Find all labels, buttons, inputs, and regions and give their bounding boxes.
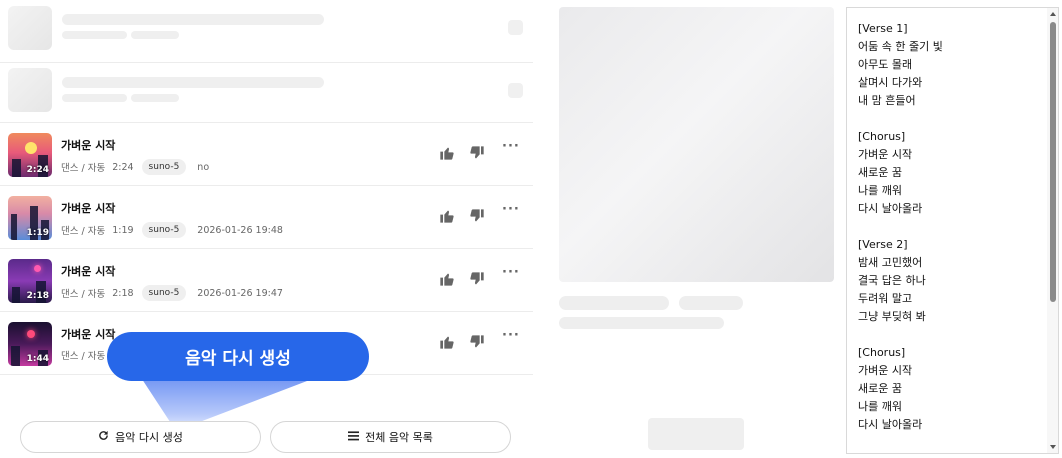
lyrics-panel[interactable]: [Verse 1] 어둠 속 한 줄기 빛아무도 몰래살며시 다가와내 맘 흔들어… [846, 7, 1059, 454]
skeleton-line [62, 31, 127, 39]
track-genre: 댄스 / 자동 [61, 163, 106, 174]
cover-image-placeholder [559, 7, 834, 282]
skeleton-line [131, 31, 179, 39]
skeleton-line [62, 94, 127, 102]
skeleton-line [559, 296, 669, 310]
lyrics-line: 새로운 꿈 [858, 166, 902, 179]
lyrics-line: 결국 답은 하나 [858, 274, 926, 287]
track-duration: 2:24 [112, 161, 134, 173]
track-title[interactable]: 가벼운 시작 [61, 263, 115, 279]
track-row[interactable]: 2:24 가벼운 시작 댄스 / 자동 2:24 suno-5 no ··· [0, 123, 533, 186]
skeleton-thumbnail [8, 6, 52, 50]
skeleton-line [62, 77, 324, 88]
lyrics-text: [Verse 1] 어둠 속 한 줄기 빛아무도 몰래살며시 다가와내 맘 흔들어… [858, 20, 943, 434]
thumbs-down-icon[interactable] [469, 271, 485, 287]
track-thumbnail[interactable]: 2:18 [8, 259, 52, 303]
lyrics-line: 그냥 부딪혀 봐 [858, 310, 926, 323]
skeleton-button [648, 418, 744, 450]
regenerate-music-button[interactable]: 음악 다시 생성 [20, 421, 261, 453]
thumbs-down-icon[interactable] [469, 334, 485, 350]
scroll-down-icon[interactable] [1050, 445, 1056, 449]
lyrics-line: 다시 날아올라 [858, 418, 923, 431]
track-genre: 댄스 / 자동 [61, 351, 106, 362]
more-options-icon[interactable]: ··· [502, 265, 520, 280]
track-row[interactable]: 1:19 가벼운 시작 댄스 / 자동 1:19 suno-5 2026-01-… [0, 186, 533, 249]
list-icon [348, 430, 360, 444]
regenerate-tooltip: 음악 다시 생성 [107, 332, 369, 381]
track-skeleton-row [0, 60, 533, 123]
skeleton-thumbnail [8, 68, 52, 112]
track-meta: 댄스 / 자동 1:19 suno-5 2026-01-26 19:48 [61, 222, 283, 238]
track-meta: 댄스 / 자동 2:24 suno-5 no [61, 159, 209, 175]
track-thumbnail[interactable]: 1:44 [8, 322, 52, 366]
skeleton-line [131, 94, 179, 102]
lyrics-line: 아무도 몰래 [858, 58, 913, 71]
thumbs-down-icon[interactable] [469, 208, 485, 224]
track-duration: 2:18 [112, 287, 134, 299]
skeleton-button [508, 83, 523, 98]
regenerate-music-label: 음악 다시 생성 [115, 431, 183, 444]
skeleton-line [62, 14, 324, 25]
track-skeleton-row [0, 0, 533, 63]
more-options-icon[interactable]: ··· [502, 202, 520, 217]
scroll-up-icon[interactable] [1050, 12, 1056, 16]
skeleton-line [679, 296, 743, 310]
skeleton-button [508, 20, 523, 35]
track-title[interactable]: 가벼운 시작 [61, 326, 115, 342]
lyrics-line: 가벼운 시작 [858, 364, 913, 377]
track-meta: 댄스 / 자동 [61, 348, 105, 362]
track-title[interactable]: 가벼운 시작 [61, 200, 115, 216]
lyrics-scrollbar[interactable] [1047, 8, 1058, 453]
thumbs-up-icon[interactable] [439, 208, 455, 224]
lyrics-line: 두려워 말고 [858, 292, 913, 305]
lyrics-line: 새로운 꿈 [858, 382, 902, 395]
lyrics-blank-line [858, 218, 943, 236]
skeleton-line [559, 317, 724, 329]
lyrics-line: 나를 깨워 [858, 184, 902, 197]
track-genre: 댄스 / 자동 [61, 289, 106, 300]
track-date: 2026-01-26 19:47 [197, 287, 283, 299]
track-title[interactable]: 가벼운 시작 [61, 137, 115, 153]
track-row[interactable]: 2:18 가벼운 시작 댄스 / 자동 2:18 suno-5 2026-01-… [0, 249, 533, 312]
track-duration: 1:19 [112, 224, 134, 236]
lyrics-blank-line [858, 326, 943, 344]
lyrics-line: 가벼운 시작 [858, 148, 913, 161]
model-badge: suno-5 [141, 222, 187, 238]
all-music-list-button[interactable]: 전체 음악 목록 [270, 421, 511, 453]
track-thumbnail[interactable]: 2:24 [8, 133, 52, 177]
lyrics-line: 내 맘 흔들어 [858, 94, 916, 107]
thumbnail-duration: 1:44 [26, 354, 49, 364]
all-music-list-label: 전체 음악 목록 [365, 431, 433, 444]
lyrics-line: [Verse 1] [858, 22, 908, 35]
thumbnail-duration: 2:18 [26, 291, 49, 301]
thumbs-up-icon[interactable] [439, 145, 455, 161]
lyrics-line: 살며시 다가와 [858, 76, 923, 89]
model-badge: suno-5 [141, 159, 187, 175]
lyrics-line: 어둠 속 한 줄기 빛 [858, 40, 943, 53]
lyrics-line: [Chorus] [858, 130, 906, 143]
lyrics-line: 나를 깨워 [858, 400, 902, 413]
more-options-icon[interactable]: ··· [502, 328, 520, 343]
scrollbar-thumb[interactable] [1050, 22, 1056, 302]
thumbs-up-icon[interactable] [439, 334, 455, 350]
more-options-icon[interactable]: ··· [502, 139, 520, 154]
model-badge: suno-5 [141, 285, 187, 301]
track-date: 2026-01-26 19:48 [197, 224, 283, 236]
track-meta: 댄스 / 자동 2:18 suno-5 2026-01-26 19:47 [61, 285, 283, 301]
lyrics-line: 밤새 고민했어 [858, 256, 923, 269]
thumbs-up-icon[interactable] [439, 271, 455, 287]
thumbs-down-icon[interactable] [469, 145, 485, 161]
track-date: no [197, 161, 210, 173]
track-genre: 댄스 / 자동 [61, 226, 106, 237]
track-list: 2:24 가벼운 시작 댄스 / 자동 2:24 suno-5 no ··· 1… [0, 0, 533, 380]
refresh-icon [98, 430, 109, 444]
lyrics-blank-line [858, 110, 943, 128]
track-thumbnail[interactable]: 1:19 [8, 196, 52, 240]
thumbnail-duration: 1:19 [26, 228, 49, 238]
thumbnail-duration: 2:24 [26, 165, 49, 175]
lyrics-line: [Verse 2] [858, 238, 908, 251]
lyrics-line: 다시 날아올라 [858, 202, 923, 215]
lyrics-line: [Chorus] [858, 346, 906, 359]
